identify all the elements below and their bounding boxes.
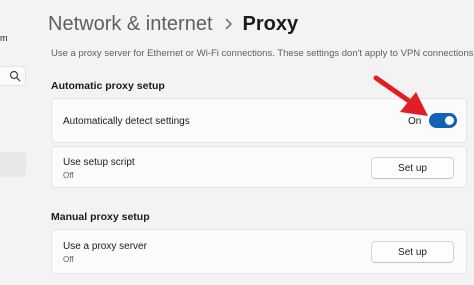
- proxy-server-status: Off: [63, 255, 74, 264]
- page-title: Proxy: [242, 12, 299, 35]
- setup-script-button[interactable]: Set up: [371, 157, 454, 179]
- breadcrumb-parent[interactable]: Network & internet: [48, 13, 213, 36]
- search-icon: [9, 70, 21, 82]
- detect-settings-label: Automatically detect settings: [63, 116, 190, 127]
- proxy-server-setup-button[interactable]: Set up: [371, 241, 454, 263]
- setup-script-status: Off: [63, 171, 74, 180]
- proxy-server-card: Use a proxy server Off Set up: [51, 229, 467, 274]
- sidebar: m: [0, 0, 30, 285]
- red-arrow-annotation: [373, 75, 428, 116]
- section-title-manual: Manual proxy setup: [51, 211, 150, 223]
- breadcrumb: Network & internet Proxy: [48, 8, 298, 40]
- toggle-knob: [445, 116, 454, 125]
- detect-settings-toggle[interactable]: [429, 113, 457, 128]
- setup-script-card: Use setup script Off Set up: [51, 146, 467, 188]
- setup-script-label: Use setup script: [63, 157, 135, 168]
- sidebar-username: m: [0, 33, 8, 43]
- section-title-automatic: Automatic proxy setup: [51, 80, 165, 92]
- settings-window: m Network & internet Proxy Use a proxy s…: [0, 0, 474, 285]
- proxy-server-label: Use a proxy server: [63, 241, 147, 252]
- chevron-right-icon: [225, 18, 233, 30]
- sidebar-search-box[interactable]: [0, 66, 26, 86]
- sidebar-item-network-selected[interactable]: [0, 152, 26, 177]
- page-description: Use a proxy server for Ethernet or Wi-Fi…: [51, 48, 474, 59]
